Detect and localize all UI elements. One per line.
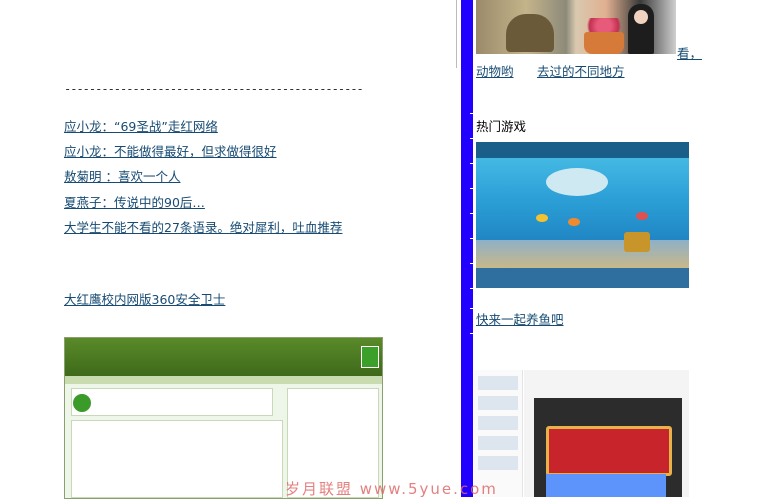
lion-photo [506,14,554,52]
column-edge [456,0,457,68]
antivirus-screenshot[interactable] [64,337,383,499]
antivirus-tabs [65,376,382,384]
fish-icon [636,212,648,220]
flower-pot-photo [584,32,624,54]
treasure-chest-icon [624,232,650,252]
game-top-bar [476,142,689,158]
antivirus-score-panel [71,388,273,416]
game-seabed [476,240,689,268]
antivirus-toolbar [65,338,382,376]
photo-caption-animals[interactable]: 动物哟 [476,61,514,80]
hot-games-title: 热门游戏 [476,119,527,134]
site-watermark: 岁月联盟 www.5yue.com [285,480,498,498]
fish-game-link[interactable]: 快来一起养鱼吧 [476,309,564,328]
left-column: ----------------------------------------… [0,0,458,499]
fish-game-screenshot[interactable] [476,142,689,288]
column-divider [461,0,473,497]
photo-thumbnails[interactable] [476,0,676,54]
fish-icon [536,214,548,222]
software-link[interactable]: 大红鹰校内网版360安全卫士 [64,289,225,308]
photo-caption-places[interactable]: 去过的不同地方 [537,61,625,80]
mario-game-screenshot[interactable] [524,370,689,497]
article-link-5[interactable]: 大学生不能不看的27条语录。绝对犀利，吐血推荐 [64,217,342,236]
right-column: 看， 动物哟 去过的不同地方 热门游戏 快来一起养鱼吧 [474,0,776,497]
fish-icon [568,218,580,226]
shield-logo-icon [361,346,379,368]
photo-caption-tail[interactable]: 看， [677,43,702,62]
antivirus-issue-list [71,420,283,498]
dashed-separator: ----------------------------------------… [64,82,364,96]
mario-flash-logo [546,426,672,476]
blurred-paragraph [64,0,434,58]
game-item-bar [476,268,689,288]
article-link-4[interactable]: 夏燕子：传说中的90后… [64,192,205,211]
article-link-1[interactable]: 应小龙：“69圣战”走红网络 [64,116,218,135]
article-link-2[interactable]: 应小龙：不能做得最好，但求做得很好 [64,141,277,160]
mario-game-sky [546,474,666,497]
person-face [634,10,648,24]
article-link-3[interactable]: 敖菊明 ：喜欢一个人 [64,166,180,185]
game-speech-bubble [546,168,608,196]
check-shield-icon [73,394,91,412]
